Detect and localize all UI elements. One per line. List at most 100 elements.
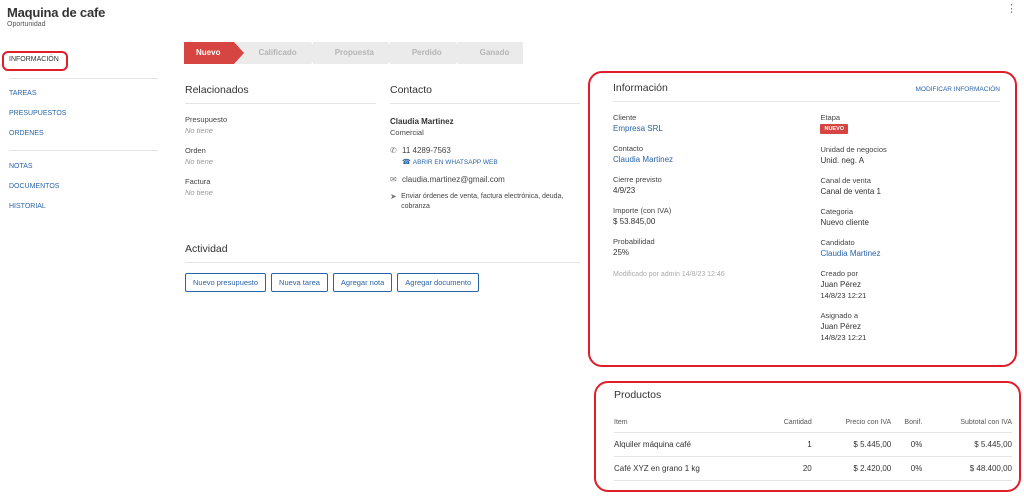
cierre-label: Cierre previsto [613,175,662,184]
whatsapp-label: ABRIR EN WHATSAPP WEB [412,159,498,166]
canal-value: Canal de venta 1 [820,187,881,196]
edit-info-link[interactable]: MODIFICAR INFORMACIÓN [916,86,1001,93]
related-title: Relacionados [185,84,376,104]
cell-cantidad: 1 [763,432,812,457]
info-columns: Cliente Empresa SRL Contacto Claudia Mar… [613,102,1000,342]
table-header-row: Item Cantidad Precio con IVA Bonif. Subt… [614,413,1012,433]
importe-label: Importe (con IVA) [613,206,672,215]
table-row: Café XYZ en grano 1 kg 20 $ 2.420,00 0% … [614,456,1012,481]
contact-preferences-row: ➤ Enviar órdenes de venta, factura elect… [390,192,580,212]
sidebar-item-documentos[interactable]: DOCUMENTOS [0,177,160,197]
presupuesto-label: Presupuesto [185,115,228,124]
page-subtitle: Oportunidad [7,21,46,28]
asignado-user: Juan Pérez [820,322,861,331]
cliente-label: Cliente [613,113,637,122]
canal-label: Canal de venta [820,176,871,185]
sidebar-item-notas[interactable]: NOTAS [0,157,160,177]
probabilidad-label: Probabilidad [613,237,655,246]
info-field: Asignado a Juan Pérez 14/8/23 12:21 [820,311,1000,342]
info-field: Unidad de negocios Unid. neg. A [820,145,1000,165]
categoria-value: Nuevo cliente [820,218,869,227]
cierre-value: 4/9/23 [613,186,636,195]
table-row: Alquiler máquina café 1 $ 5.445,00 0% $ … [614,432,1012,457]
cell-bonif: 0% [891,432,923,457]
contacto-value[interactable]: Claudia Martinez [613,155,820,164]
modified-note: Modificado por admin 14/8/23 12:46 [613,271,725,278]
products-panel: Productos Item Cantidad Precio con IVA B… [614,389,1012,481]
contact-phone[interactable]: 11 4289-7563 [402,146,451,155]
col-precio: Precio con IVA [811,413,892,433]
info-field: Canal de venta Canal de venta 1 [820,176,1000,196]
sidebar-item-informacion[interactable]: INFORMACIÓN [0,50,160,71]
factura-label: Factura [185,177,211,186]
send-icon: ➤ [390,192,397,201]
creado-date: 14/8/23 12:21 [820,291,867,300]
info-title: Información [613,82,668,94]
info-field: Contacto Claudia Martinez [613,144,820,164]
info-field: Cierre previsto 4/9/23 [613,175,820,195]
col-bonif: Bonif. [891,413,923,433]
stage-ganado[interactable]: Ganado [457,42,524,64]
cell-subtotal: $ 5.445,00 [922,432,1012,457]
contact-phone-row: ✆ 11 4289-7563 [390,146,580,155]
categoria-label: Categoria [820,207,853,216]
sidebar-item-tareas[interactable]: TAREAS [0,84,160,104]
creado-label: Creado por [820,269,858,278]
stage-calificado[interactable]: Calificado [236,42,321,64]
cell-precio: $ 2.420,00 [811,456,892,481]
info-field: Categoria Nuevo cliente [820,207,1000,227]
col-cantidad: Cantidad [763,413,812,433]
add-document-button[interactable]: Agregar documento [397,273,480,292]
sidebar-divider [9,78,158,79]
page-title: Maquina de cafe [7,5,106,20]
col-subtotal: Subtotal con IVA [922,413,1012,433]
new-quote-button[interactable]: Nuevo presupuesto [185,273,267,292]
contact-title: Contacto [390,84,580,104]
contact-name: Claudia Martinez [390,117,454,126]
activity-title: Actividad [185,243,580,263]
info-field: Etapa NUEVO [820,113,1000,134]
add-note-button[interactable]: Agregar nota [332,273,393,292]
cell-precio: $ 5.445,00 [811,432,892,457]
activity-section: Actividad Nuevo presupuesto Nueva tarea … [185,243,580,292]
activity-actions: Nuevo presupuesto Nueva tarea Agregar no… [185,273,580,292]
products-table: Item Cantidad Precio con IVA Bonif. Subt… [614,413,1012,481]
contact-section: Contacto Claudia Martinez Comercial ✆ 11… [390,84,580,212]
whatsapp-icon: ☎ [402,159,411,166]
cell-subtotal: $ 48.400,00 [922,456,1012,481]
info-field: Cliente Empresa SRL [613,113,820,133]
whatsapp-link[interactable]: ☎ ABRIR EN WHATSAPP WEB [402,158,580,166]
contact-email-row: ✉ claudia.martinez@gmail.com [390,175,580,184]
cell-bonif: 0% [891,456,923,481]
sidebar-item-presupuestos[interactable]: PRESUPUESTOS [0,104,160,124]
orden-value: No tiene [185,157,213,166]
status-badge: NUEVO [820,124,849,134]
sidebar-divider [9,150,158,151]
creado-user: Juan Pérez [820,280,861,289]
stage-propuesta[interactable]: Propuesta [312,42,398,64]
contacto-label: Contacto [613,144,644,153]
importe-value: $ 53.845,00 [613,217,656,226]
etapa-label: Etapa [820,113,841,122]
info-left-column: Cliente Empresa SRL Contacto Claudia Mar… [613,102,820,342]
related-section: Relacionados Presupuesto No tiene Orden … [185,84,376,197]
asignado-label: Asignado a [820,311,858,320]
cell-item: Alquiler máquina café [614,432,764,457]
unidad-label: Unidad de negocios [820,145,887,154]
kebab-icon[interactable]: ⋮ [1006,4,1017,15]
presupuesto-value: No tiene [185,126,213,135]
stage-pipeline: Nuevo Calificado Propuesta Perdido Ganad… [184,42,525,64]
sidebar-item-historial[interactable]: HISTORIAL [0,197,160,217]
candidato-value[interactable]: Claudia Martinez [820,249,1000,258]
unidad-value: Unid. neg. A [820,156,865,165]
sidebar-item-ordenes[interactable]: ORDENES [0,124,160,144]
phone-icon: ✆ [390,146,397,155]
info-field: Importe (con IVA) $ 53.845,00 [613,206,820,226]
cliente-value[interactable]: Empresa SRL [613,124,820,133]
contact-email[interactable]: claudia.martinez@gmail.com [402,175,505,184]
col-item: Item [614,413,764,433]
info-panel: Información MODIFICAR INFORMACIÓN Client… [613,82,1000,342]
new-task-button[interactable]: Nueva tarea [271,273,328,292]
stage-nuevo[interactable]: Nuevo [184,42,246,64]
stage-perdido[interactable]: Perdido [389,42,466,64]
